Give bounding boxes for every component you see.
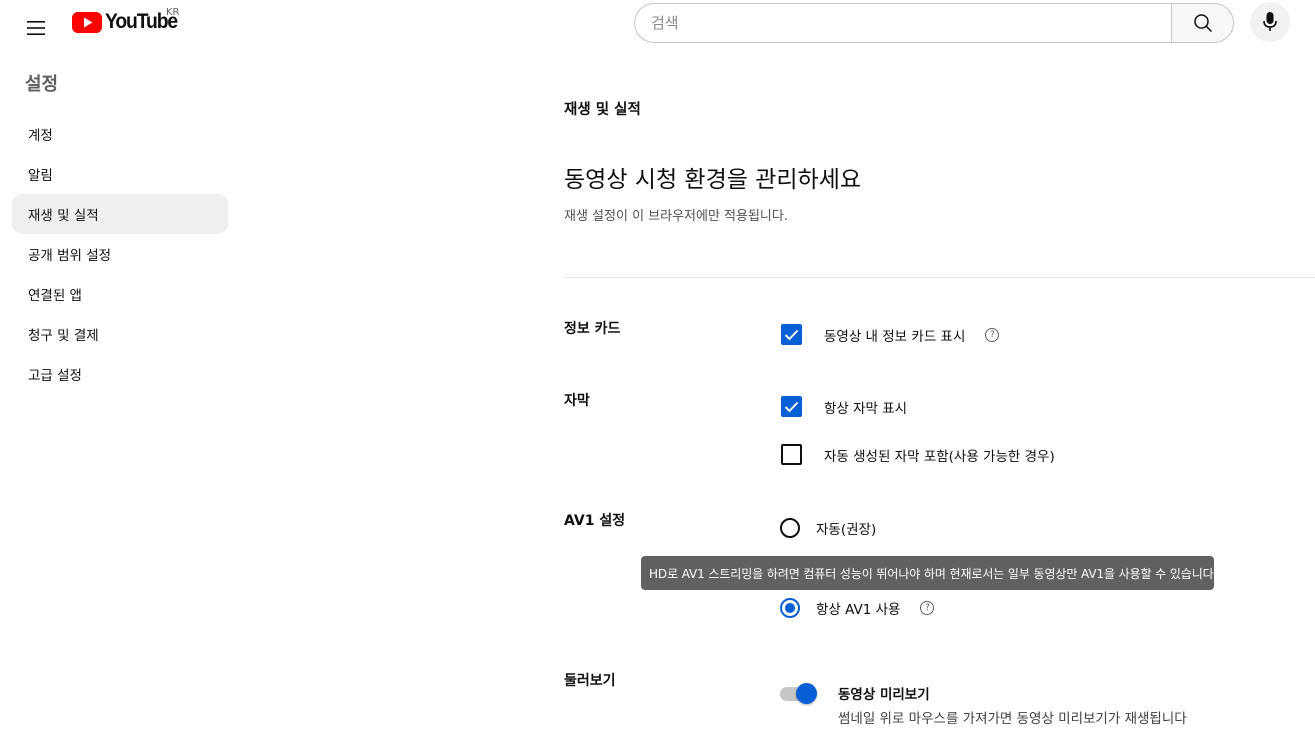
auto-captions-checkbox[interactable] <box>781 444 802 465</box>
masthead: YouTube KR <box>0 0 1315 56</box>
page-description: 재생 설정이 이 브라우저에만 적용됩니다. <box>564 209 788 224</box>
sidebar-item-label: 계정 <box>28 128 53 144</box>
av1-always-radio[interactable] <box>780 598 800 618</box>
sidebar-item-label: 고급 설정 <box>28 368 82 384</box>
page-heading: 동영상 시청 환경을 관리하세요 <box>564 167 862 193</box>
av1-always-label: 항상 AV1 사용 <box>816 602 901 618</box>
always-show-captions-label: 항상 자막 표시 <box>824 400 908 417</box>
search-button[interactable] <box>1171 3 1234 43</box>
help-icon[interactable]: ? <box>920 601 935 615</box>
sidebar-item-billing[interactable]: 청구 및 결제 <box>12 314 228 354</box>
av1-auto-label: 자동(권장) <box>816 522 877 538</box>
sidebar-item-privacy[interactable]: 공개 범위 설정 <box>12 234 228 274</box>
section-title: 재생 및 실적 <box>564 102 641 118</box>
sidebar-item-account[interactable]: 계정 <box>12 114 228 154</box>
menu-button[interactable] <box>16 8 56 48</box>
voice-search-button[interactable] <box>1250 2 1290 42</box>
search-input[interactable] <box>634 3 1171 43</box>
divider <box>564 277 1315 278</box>
info-cards-label: 정보 카드 <box>564 321 621 337</box>
hamburger-menu-icon <box>27 21 45 35</box>
sidebar-item-notifications[interactable]: 알림 <box>12 154 228 194</box>
video-preview-description: 썸네일 위로 마우스를 가져가면 동영상 미리보기가 재생됩니다 <box>838 711 1187 727</box>
radio-dot <box>785 603 795 613</box>
sidebar-item-label: 알림 <box>28 168 53 184</box>
always-show-captions-option[interactable]: 항상 자막 표시 <box>781 396 907 417</box>
sidebar-title: 설정 <box>25 74 59 95</box>
sidebar-item-playback[interactable]: 재생 및 실적 <box>12 194 228 234</box>
youtube-play-icon <box>72 11 102 33</box>
auto-captions-label: 자동 생성된 자막 포함(사용 가능한 경우) <box>824 448 1055 465</box>
browse-label: 둘러보기 <box>564 673 616 689</box>
av1-auto-radio[interactable] <box>780 518 800 538</box>
search-box <box>634 3 1234 43</box>
sidebar-item-label: 청구 및 결제 <box>28 328 99 344</box>
av1-tooltip: HD로 AV1 스트리밍을 하려면 컴퓨터 성능이 뛰어나야 하며 현재로서는 … <box>641 556 1214 590</box>
search-icon <box>1193 14 1212 33</box>
sidebar-item-connected-apps[interactable]: 연결된 앱 <box>12 274 228 314</box>
sidebar-item-label: 연결된 앱 <box>28 288 82 304</box>
av1-settings-label: AV1 설정 <box>564 513 626 529</box>
sidebar-item-advanced[interactable]: 고급 설정 <box>12 354 228 394</box>
microphone-icon <box>1263 12 1277 31</box>
checkmark-icon <box>784 401 799 412</box>
auto-captions-option[interactable]: 자동 생성된 자막 포함(사용 가능한 경우) <box>781 444 1055 465</box>
video-preview-title: 동영상 미리보기 <box>838 687 930 703</box>
logo-region-code: KR <box>166 7 180 18</box>
info-cards-option-label: 동영상 내 정보 카드 표시 <box>824 328 966 345</box>
info-cards-option[interactable]: 동영상 내 정보 카드 표시 ? <box>781 324 1000 345</box>
captions-label: 자막 <box>564 393 590 409</box>
sidebar-item-label: 공개 범위 설정 <box>28 248 112 264</box>
sidebar-item-label: 재생 및 실적 <box>28 208 99 224</box>
sidebar-nav: 계정 알림 재생 및 실적 공개 범위 설정 연결된 앱 청구 및 결제 고급 … <box>12 114 228 394</box>
help-icon[interactable]: ? <box>985 327 1000 342</box>
info-cards-checkbox[interactable] <box>781 324 802 345</box>
av1-auto-option[interactable]: 자동(권장) <box>780 518 876 538</box>
toggle-knob <box>796 683 817 704</box>
always-show-captions-checkbox[interactable] <box>781 396 802 417</box>
checkmark-icon <box>784 329 799 340</box>
av1-always-option[interactable]: 항상 AV1 사용 ? <box>780 598 935 618</box>
video-preview-toggle[interactable] <box>780 683 817 704</box>
